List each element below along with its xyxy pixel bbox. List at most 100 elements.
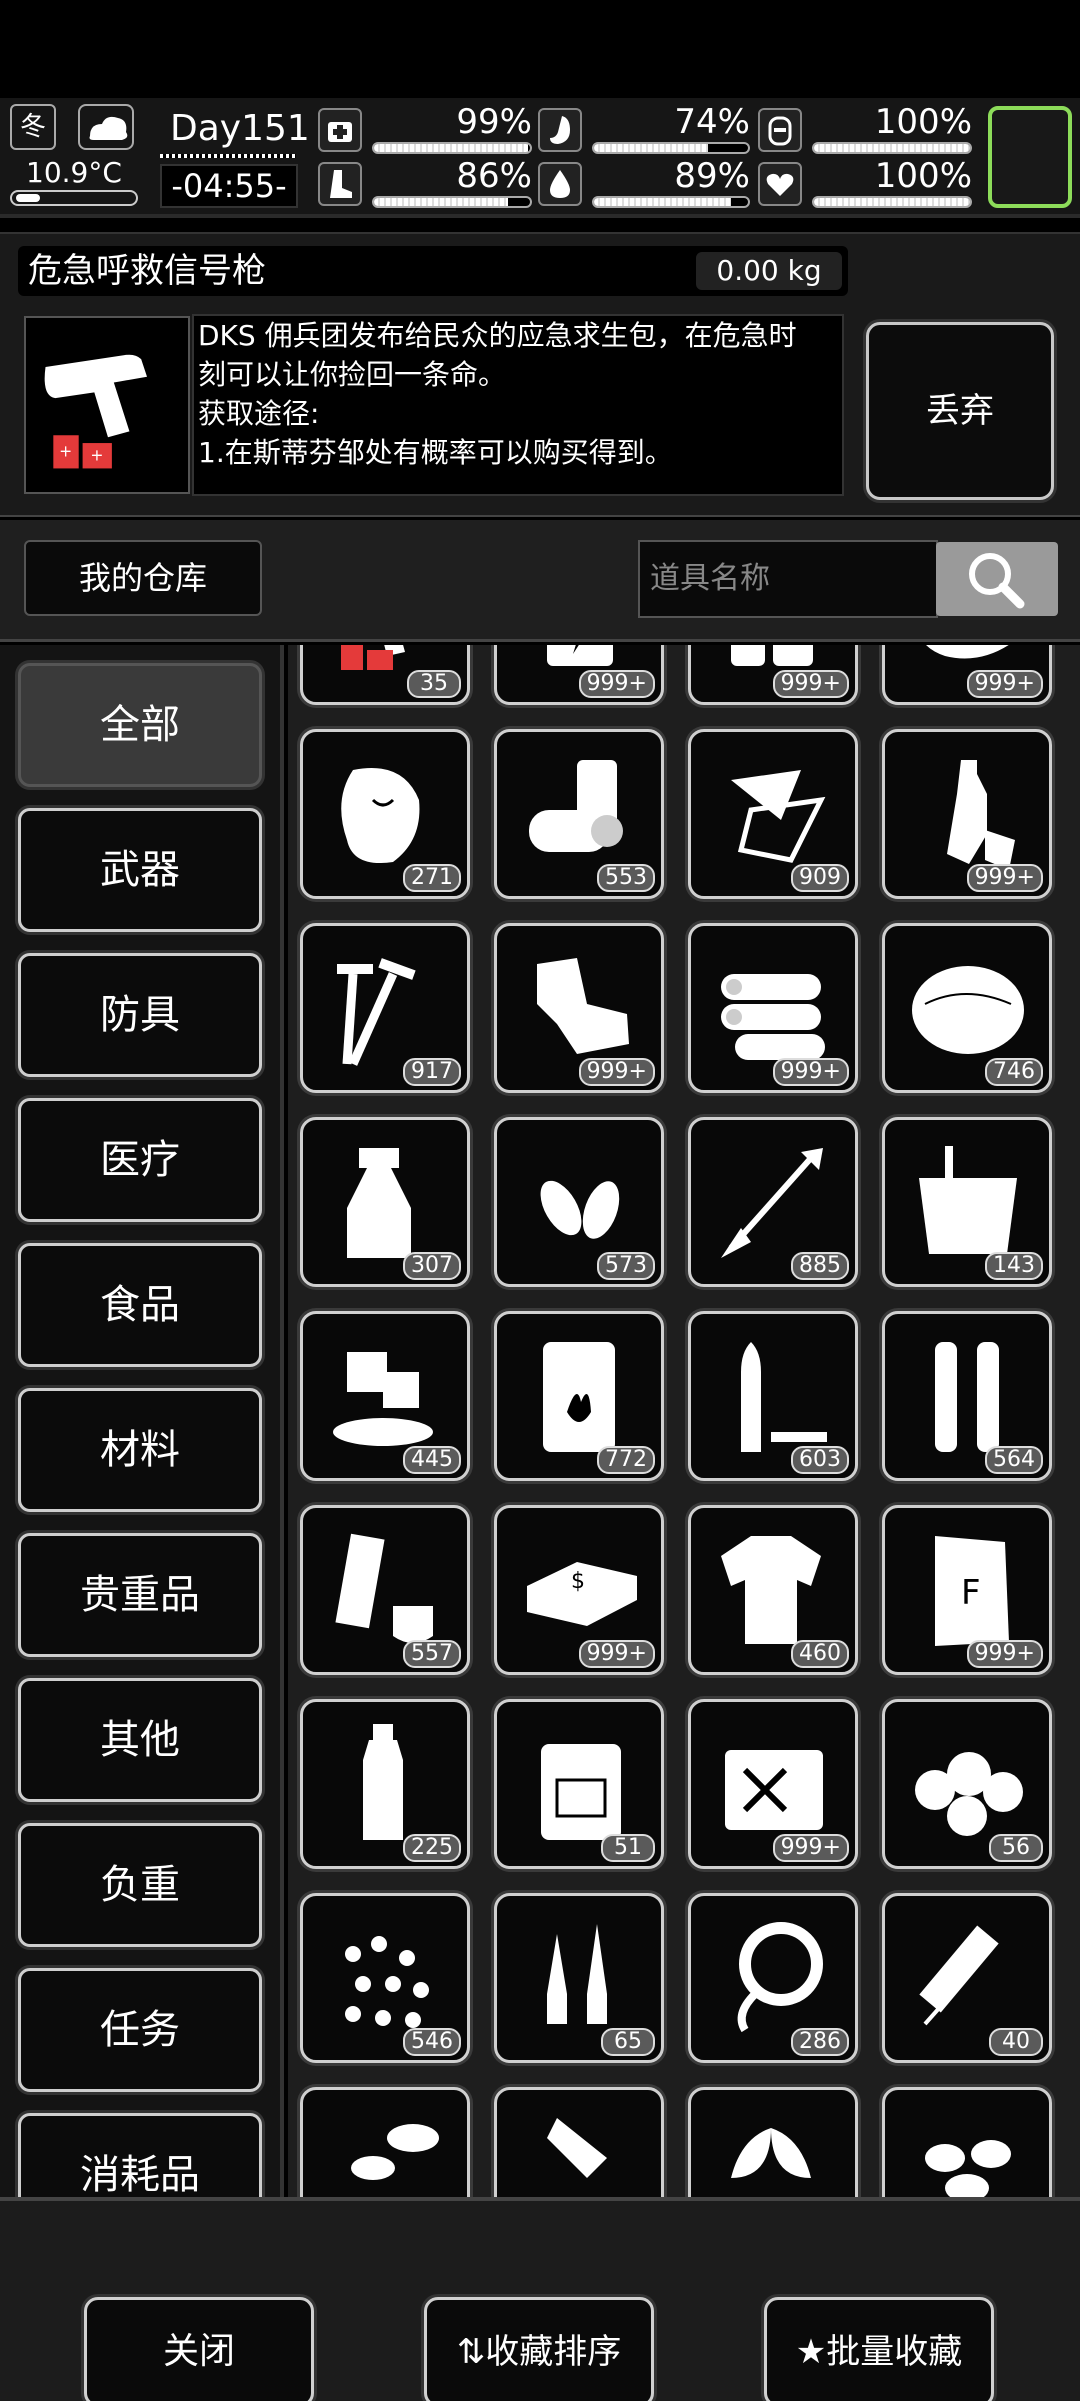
batch-favorite-button[interactable]: ★批量收藏 xyxy=(764,2297,994,2401)
paper-scraps-icon xyxy=(731,770,826,863)
empty-can-icon xyxy=(725,1750,823,1830)
tin-cans-icon xyxy=(529,760,623,852)
inventory-slot[interactable]: 573 xyxy=(494,1117,664,1287)
category-tab[interactable]: 防具 xyxy=(18,953,262,1077)
inventory-slot[interactable] xyxy=(882,2087,1052,2197)
inventory-slot[interactable]: 603 xyxy=(688,1311,858,1481)
bucket-icon xyxy=(919,1146,1017,1254)
svg-text:+: + xyxy=(59,443,72,461)
stat-thirst: 89% xyxy=(538,156,750,210)
item-count-badge: 553 xyxy=(597,864,655,892)
inventory-slot[interactable]: 546 xyxy=(300,1893,470,2063)
season-indicator: 冬 xyxy=(10,104,56,150)
category-tab[interactable]: 材料 xyxy=(18,1388,262,1512)
category-tab[interactable]: 全部 xyxy=(18,663,262,787)
inventory-slot[interactable]: 143 xyxy=(882,1117,1052,1287)
inventory-slot[interactable]: 999+ xyxy=(882,645,1052,705)
cash-stack-icon: $ xyxy=(527,1562,637,1626)
inventory-slot[interactable]: 746 xyxy=(882,923,1052,1093)
inventory-slot[interactable]: 557 xyxy=(300,1505,470,1675)
meat-icon xyxy=(341,768,420,864)
inventory-slot[interactable]: 999+ xyxy=(688,645,858,705)
inventory-slot[interactable]: $999+ xyxy=(494,1505,664,1675)
inventory-slot[interactable]: 999+ xyxy=(494,645,664,705)
category-tab[interactable]: 医疗 xyxy=(18,1098,262,1222)
inventory-slot[interactable]: 35 xyxy=(300,645,470,705)
day-progress xyxy=(160,154,296,158)
discard-button[interactable]: 丢弃 xyxy=(866,322,1054,500)
logs-icon xyxy=(721,974,825,1060)
thermometer-icon xyxy=(10,190,138,206)
stat-stamina: 86% xyxy=(318,156,532,210)
inventory-slot[interactable]: 553 xyxy=(494,729,664,899)
inventory-slot[interactable] xyxy=(300,2087,470,2197)
inventory-slot[interactable]: 40 xyxy=(882,1893,1052,2063)
inventory-slot[interactable]: 307 xyxy=(300,1117,470,1287)
inventory-slot[interactable]: 999+ xyxy=(494,923,664,1093)
shells-icon xyxy=(935,1342,999,1452)
inventory-slot[interactable]: 999+ xyxy=(688,923,858,1093)
inventory-slot[interactable] xyxy=(688,2087,858,2197)
category-tab[interactable]: 其他 xyxy=(18,1678,262,1802)
category-tab[interactable]: 贵重品 xyxy=(18,1533,262,1657)
category-tab[interactable]: 消耗品 xyxy=(18,2113,262,2197)
inventory-slot[interactable]: 271 xyxy=(300,729,470,899)
quick-slot-button[interactable] xyxy=(988,106,1072,208)
category-tab[interactable]: 食品 xyxy=(18,1243,262,1367)
plant-icon xyxy=(731,2128,811,2178)
item-count-badge: 56 xyxy=(989,1834,1043,1862)
inventory-slot[interactable]: 909 xyxy=(688,729,858,899)
rope-icon xyxy=(737,1922,823,2033)
shirt-icon xyxy=(721,1536,821,1644)
sort-arrows-icon: ⇅ xyxy=(456,2332,486,2372)
inventory-slot[interactable]: 772 xyxy=(494,1311,664,1481)
inventory-slot[interactable]: 286 xyxy=(688,1893,858,2063)
item-count-badge: 286 xyxy=(791,2028,849,2056)
inventory-slot[interactable]: 225 xyxy=(300,1699,470,1869)
item-count-badge: 999+ xyxy=(772,670,849,698)
plastic-bottle-icon xyxy=(947,760,1015,870)
item-count-badge: 603 xyxy=(791,1446,849,1474)
svg-text:+: + xyxy=(90,447,103,465)
flare-gun-icon: + + xyxy=(24,316,190,494)
category-tab[interactable]: 武器 xyxy=(18,808,262,932)
inventory-slot[interactable]: 564 xyxy=(882,1311,1052,1481)
inventory-slot[interactable]: 65 xyxy=(494,1893,664,2063)
temperature-readout: 10.9°C xyxy=(26,156,122,189)
stat-mood: 100% xyxy=(758,156,972,210)
search-button[interactable] xyxy=(936,542,1058,616)
search-icon xyxy=(969,553,1025,609)
herbs-icon xyxy=(351,2124,439,2180)
inventory-slot[interactable]: 460 xyxy=(688,1505,858,1675)
inventory-slot[interactable]: 999+ xyxy=(882,729,1052,899)
item-search-input[interactable]: 道具名称 xyxy=(638,540,938,618)
item-count-badge: 999+ xyxy=(578,1640,655,1668)
inventory-slot[interactable]: 56 xyxy=(882,1699,1052,1869)
item-count-badge: 999+ xyxy=(966,864,1043,892)
category-tab[interactable]: 负重 xyxy=(18,1823,262,1947)
item-count-badge: 999+ xyxy=(966,1640,1043,1668)
item-count-badge: 225 xyxy=(403,1834,461,1862)
inventory-slot[interactable]: 917 xyxy=(300,923,470,1093)
inventory-slot[interactable]: 999+ xyxy=(688,1699,858,1869)
item-weight: 0.00 kg xyxy=(696,252,842,290)
inventory-slot[interactable]: 885 xyxy=(688,1117,858,1287)
close-button[interactable]: 关闭 xyxy=(84,2297,314,2401)
favorite-sort-button[interactable]: ⇅收藏排序 xyxy=(424,2297,654,2401)
oil-barrel-icon xyxy=(543,1342,615,1452)
inventory-slot[interactable]: 51 xyxy=(494,1699,664,1869)
inventory-slot[interactable]: 445 xyxy=(300,1311,470,1481)
inventory-slot[interactable]: F 999+ xyxy=(882,1505,1052,1675)
item-count-badge: 746 xyxy=(985,1058,1043,1086)
screws-icon xyxy=(337,958,416,1066)
inventory-slot[interactable] xyxy=(494,2087,664,2197)
item-count-badge: 65 xyxy=(601,2028,655,2056)
time-readout: -04:55- xyxy=(160,164,298,208)
armor-icon xyxy=(758,108,802,152)
ampoules-icon xyxy=(547,1924,607,2024)
stat-armor: 100% xyxy=(758,102,972,156)
warehouse-bar: 我的仓库 道具名称 xyxy=(0,520,1080,642)
category-tab[interactable]: 任务 xyxy=(18,1968,262,2092)
item-count-badge: 999+ xyxy=(966,670,1043,698)
item-count-badge: 40 xyxy=(989,2028,1043,2056)
